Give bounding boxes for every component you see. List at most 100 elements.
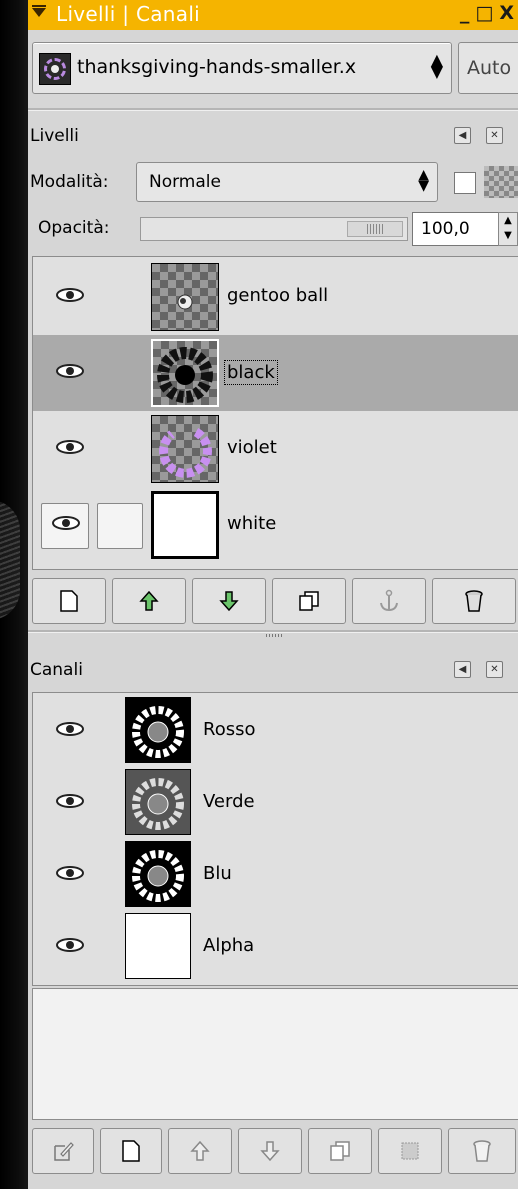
channel-name: Alpha [203,935,255,956]
lower-channel-button[interactable] [238,1128,302,1174]
raise-layer-button[interactable] [112,578,186,624]
opacity-spin-buttons[interactable]: ▲ ▼ [498,212,518,246]
layer-name: gentoo ball [227,285,329,306]
layer-name: black [224,360,278,385]
updown-arrows-icon: ▲ ▼ [430,50,443,81]
title-bar[interactable]: Livelli | Canali _ □ X [28,0,518,30]
opacity-slider[interactable] [140,217,408,241]
channels-panel-title: Canali [30,660,83,680]
close-tab-icon[interactable]: ✕ [486,127,503,144]
new-channel-button[interactable] [100,1128,162,1174]
mode-row: Modalità: Normale ▲ ▼ [28,158,518,204]
opacity-value: 100,0 [421,219,470,239]
opacity-slider-handle[interactable] [347,221,403,237]
minimize-button[interactable]: _ [460,2,470,24]
image-thumbnail [39,53,71,85]
duplicate-layer-button[interactable] [272,578,346,624]
channels-toolbar [28,1126,518,1176]
channel-row[interactable]: Alpha [33,911,518,983]
mode-label: Modalità: [30,172,109,192]
layer-row[interactable]: gentoo ball [33,259,518,335]
channel-to-selection-icon [401,1142,419,1160]
delete-layer-button[interactable] [432,578,516,624]
eye-icon[interactable] [55,721,85,737]
channel-to-selection-button[interactable] [378,1128,442,1174]
layer-thumbnail-black [151,339,219,407]
layer-thumbnail-gentoo-ball [151,263,219,331]
duplicate-channel-icon [330,1141,350,1161]
layers-panel-title: Livelli [30,126,79,146]
eye-icon[interactable] [55,865,85,881]
raise-channel-button[interactable] [168,1128,232,1174]
link-toggle[interactable] [97,503,143,549]
dock-window: Livelli | Canali _ □ X thanksgiving-hand… [28,0,518,1189]
mode-value: Normale [149,172,221,192]
channel-name: Verde [203,791,255,812]
channel-thumbnail-red [125,697,191,763]
channel-name: Rosso [203,719,256,740]
channel-name: Blu [203,863,232,884]
layers-list: gentoo ball black violet white [32,256,518,570]
channel-thumbnail-blue [125,841,191,907]
new-layer-icon [60,590,78,612]
channel-thumbnail-green [125,769,191,835]
window-menu-icon[interactable] [32,5,46,17]
layer-row[interactable]: violet [33,411,518,487]
edit-channel-button[interactable] [32,1128,94,1174]
maximize-button[interactable]: □ [475,2,493,24]
layer-row[interactable]: white [33,487,518,563]
channels-list: Rosso Verde Blu Alpha [32,692,518,986]
background-decoration [0,500,20,620]
layers-dock-header: Livelli ◀ ✕ [28,118,518,152]
pane-separator[interactable] [28,630,518,633]
eye-icon[interactable] [55,937,85,953]
channels-empty-area[interactable] [32,988,518,1120]
duplicate-layer-icon [299,591,319,611]
transparency-lock-icon [484,166,518,198]
image-selector-combo[interactable]: thanksgiving-hands-smaller.x ▲ ▼ [32,42,452,94]
lower-layer-button[interactable] [192,578,266,624]
updown-arrows-icon: ▲ ▼ [418,167,429,194]
delete-layer-icon [465,590,483,612]
channel-row[interactable]: Blu [33,839,518,911]
eye-icon[interactable] [51,515,81,531]
eye-icon[interactable] [55,439,85,455]
opacity-spinbox[interactable]: 100,0 [412,212,504,246]
layer-thumbnail-white [151,491,219,559]
lower-channel-icon [260,1141,280,1162]
eye-icon[interactable] [55,793,85,809]
tab-menu-icon[interactable]: ◀ [454,127,471,144]
layer-name: violet [227,437,277,458]
channel-row[interactable]: Verde [33,767,518,839]
anchor-layer-icon [380,589,398,612]
tab-menu-icon[interactable]: ◀ [454,661,471,678]
image-selector-value: thanksgiving-hands-smaller.x [77,56,357,78]
keep-transparency-checkbox[interactable] [454,172,476,194]
eye-icon[interactable] [55,287,85,303]
anchor-layer-button[interactable] [352,578,426,624]
auto-button[interactable]: Auto [458,42,518,94]
window-title: Livelli | Canali [56,2,201,26]
duplicate-channel-button[interactable] [308,1128,372,1174]
close-button[interactable]: X [499,2,514,24]
separator [28,108,518,111]
mode-select[interactable]: Normale ▲ ▼ [136,162,438,202]
layer-thumbnail-violet [151,415,219,483]
layer-name: white [227,513,277,534]
raise-layer-icon [139,590,159,611]
edit-channel-icon [54,1142,74,1161]
eye-icon[interactable] [55,363,85,379]
background-strip [0,0,30,1189]
raise-channel-icon [190,1140,210,1161]
close-tab-icon[interactable]: ✕ [486,661,503,678]
delete-channel-button[interactable] [448,1128,516,1174]
window-controls: _ □ X [460,2,514,24]
new-channel-icon [122,1140,140,1162]
new-layer-button[interactable] [32,578,106,624]
layer-row-selected[interactable]: black [33,335,518,411]
opacity-row: Opacità: 100,0 ▲ ▼ [28,206,518,252]
delete-channel-icon [473,1140,491,1162]
channel-row[interactable]: Rosso [33,695,518,767]
pane-grip-icon[interactable] [266,634,282,637]
lower-layer-icon [219,591,239,612]
